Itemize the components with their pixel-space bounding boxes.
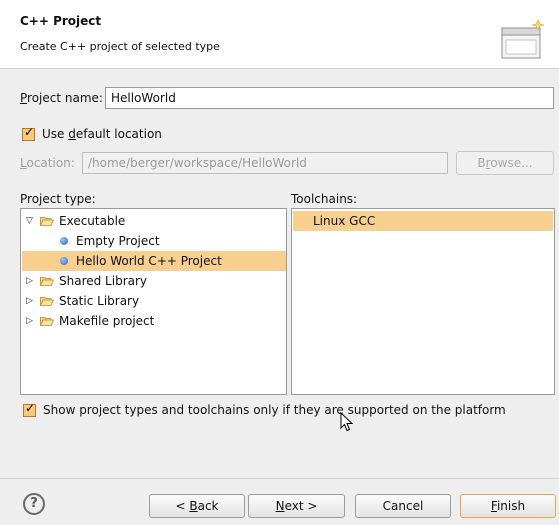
use-default-location-label: Use default location — [42, 127, 162, 141]
open-folder-icon — [40, 297, 54, 306]
browse-button[interactable]: Browse... — [456, 151, 554, 175]
project-type-tree[interactable]: ▽ Executable Empty Project Hello World C… — [20, 208, 287, 395]
tree-item-shared-library[interactable]: ▷ Shared Library — [22, 271, 285, 291]
project-bullet-icon — [60, 257, 68, 265]
mouse-pointer-icon — [340, 412, 354, 432]
expanded-arrow-icon[interactable]: ▽ — [26, 216, 36, 226]
collapsed-arrow-icon[interactable]: ▷ — [26, 276, 36, 286]
wizard-title: C++ Project — [20, 14, 102, 28]
open-folder-icon — [40, 217, 54, 226]
tree-item-label: Makefile project — [59, 314, 155, 328]
tree-item-label: Hello World C++ Project — [76, 254, 222, 268]
tree-item-makefile-project[interactable]: ▷ Makefile project — [22, 311, 285, 331]
show-supported-only-checkbox[interactable]: ✓ — [23, 401, 36, 417]
project-name-label: Project name: — [20, 91, 103, 105]
show-supported-only-label: Show project types and toolchains only i… — [43, 403, 506, 417]
location-label: Location: — [20, 156, 75, 170]
project-type-label: Project type: — [20, 192, 96, 206]
cancel-button[interactable]: Cancel — [355, 494, 451, 518]
tree-item-hello-world-cpp-project[interactable]: Hello World C++ Project — [22, 251, 286, 271]
finish-button[interactable]: Finish — [460, 494, 556, 518]
help-icon[interactable]: ? — [23, 493, 45, 515]
tree-item-label: Empty Project — [76, 234, 160, 248]
tree-item-static-library[interactable]: ▷ Static Library — [22, 291, 285, 311]
project-name-input[interactable]: HelloWorld — [105, 87, 554, 109]
next-button[interactable]: Next > — [248, 494, 345, 518]
tree-item-executable[interactable]: ▽ Executable — [22, 211, 285, 231]
wizard-header: C++ Project Create C++ project of select… — [0, 0, 559, 69]
location-input[interactable]: /home/berger/workspace/HelloWorld — [82, 152, 448, 174]
wizard-description: Create C++ project of selected type — [20, 40, 220, 53]
collapsed-arrow-icon[interactable]: ▷ — [26, 296, 36, 306]
footer-separator — [0, 478, 559, 479]
toolchain-item-linux-gcc[interactable]: Linux GCC — [293, 211, 553, 231]
tree-item-empty-project[interactable]: Empty Project — [22, 231, 285, 251]
toolchains-list[interactable]: Linux GCC — [291, 208, 555, 395]
open-folder-icon — [40, 317, 54, 326]
wizard-banner-icon — [501, 19, 545, 59]
toolchains-label: Toolchains: — [291, 192, 358, 206]
project-bullet-icon — [60, 237, 68, 245]
tree-item-label: Executable — [59, 214, 126, 228]
back-button[interactable]: < Back — [149, 494, 245, 518]
open-folder-icon — [40, 277, 54, 286]
collapsed-arrow-icon[interactable]: ▷ — [26, 316, 36, 326]
toolchain-item-label: Linux GCC — [313, 214, 376, 228]
tree-item-label: Static Library — [59, 294, 140, 308]
use-default-location-checkbox[interactable]: ✓ — [22, 125, 35, 141]
tree-item-label: Shared Library — [59, 274, 148, 288]
